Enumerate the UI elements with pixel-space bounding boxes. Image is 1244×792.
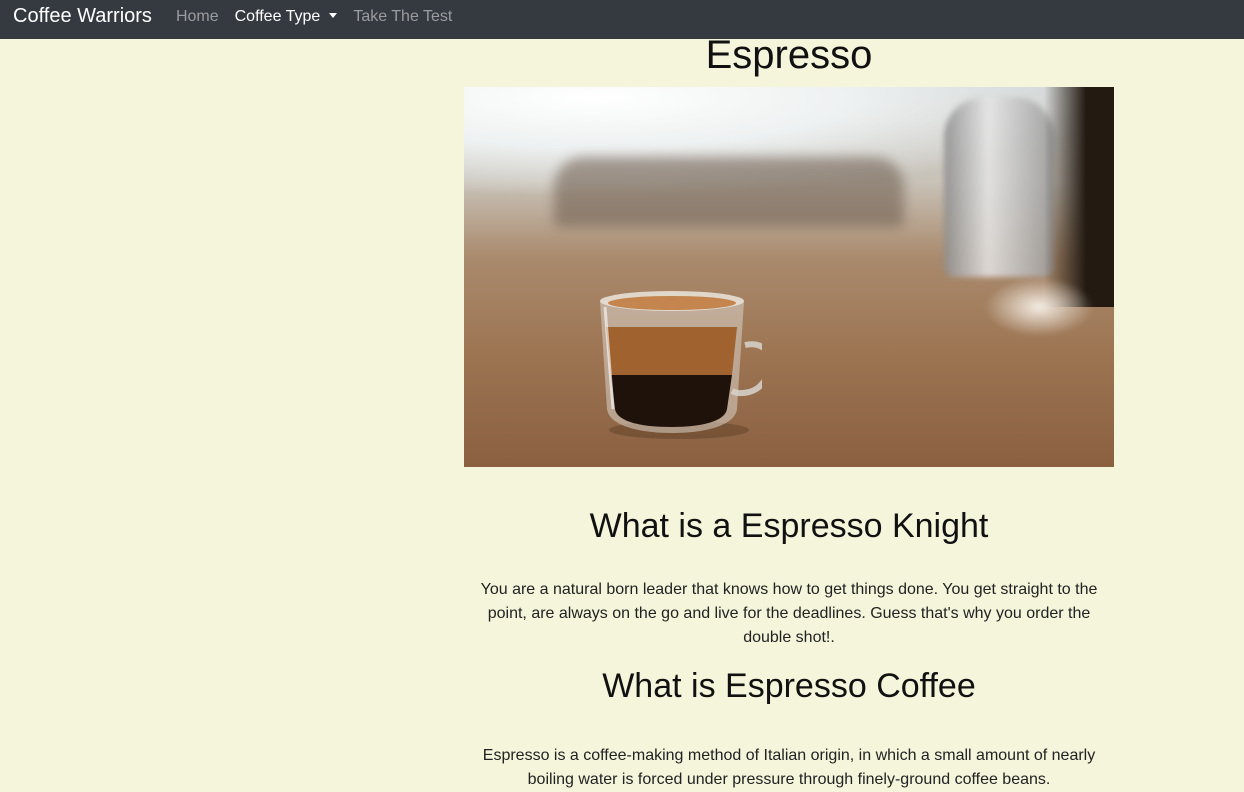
nav-dropdown-label: Coffee Type [234, 7, 321, 25]
nav-link-take-the-test[interactable]: Take The Test [353, 8, 452, 26]
main-content: Espresso What is a Espresso Knight You a… [464, 33, 1114, 792]
section-text-coffee: Espresso is a coffee-making method of It… [482, 747, 1096, 788]
section-heading-coffee: What is Espresso Coffee [602, 667, 976, 705]
section-heading-knight: What is a Espresso Knight [589, 507, 989, 545]
brand-link[interactable]: Coffee Warriors [13, 5, 152, 28]
section-text-knight: You are a natural born leader that knows… [480, 581, 1098, 646]
caret-down-icon [329, 13, 338, 18]
nav-link-home[interactable]: Home [176, 8, 219, 26]
espresso-cup-icon [600, 291, 762, 439]
nav-dropdown-coffee-type[interactable]: Coffee Type [235, 8, 338, 26]
espresso-hero-image [464, 87, 1114, 467]
page-title: Espresso [705, 33, 873, 77]
